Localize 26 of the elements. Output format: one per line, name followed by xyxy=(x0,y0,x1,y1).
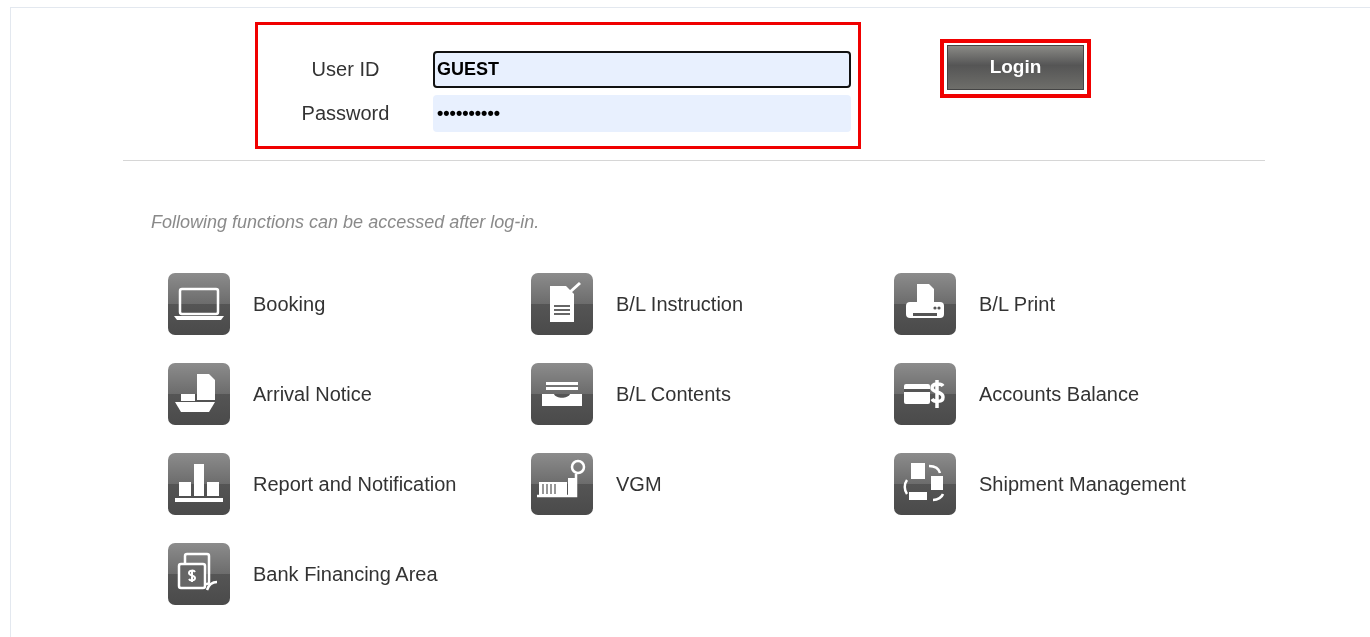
function-link[interactable]: B/L Instruction xyxy=(616,288,744,319)
function-link[interactable]: VGM xyxy=(616,468,662,499)
password-field[interactable]: •••••••••• xyxy=(433,94,851,132)
function-link[interactable]: Arrival Notice xyxy=(253,378,372,409)
card-dollar-icon[interactable] xyxy=(893,361,957,426)
ship-document-icon[interactable] xyxy=(167,361,231,426)
container-scale-icon[interactable] xyxy=(530,451,594,516)
user-id-field[interactable]: GUEST xyxy=(433,50,851,88)
function-link[interactable]: B/L Contents xyxy=(616,378,731,409)
cycle-icon[interactable] xyxy=(893,451,957,516)
laptop-icon[interactable] xyxy=(167,271,231,336)
buildings-icon[interactable] xyxy=(167,451,231,516)
field-label: User ID xyxy=(310,57,381,82)
dollar-document-icon[interactable] xyxy=(167,541,231,606)
document-pin-icon[interactable] xyxy=(530,271,594,336)
field-label: Password xyxy=(300,101,391,126)
tray-icon[interactable] xyxy=(530,361,594,426)
function-link[interactable]: Report and Notification xyxy=(253,468,457,499)
function-link[interactable]: B/L Print xyxy=(979,288,1055,319)
function-link[interactable]: Accounts Balance xyxy=(979,378,1140,409)
function-link[interactable]: Booking xyxy=(253,288,326,319)
login-button[interactable]: Login xyxy=(947,45,1084,90)
info-text: Following functions can be accessed after log-in. xyxy=(151,211,541,234)
function-link[interactable]: Shipment Management xyxy=(979,468,1186,499)
function-link[interactable]: Bank Financing Area xyxy=(253,558,438,589)
printer-icon[interactable] xyxy=(893,271,957,336)
